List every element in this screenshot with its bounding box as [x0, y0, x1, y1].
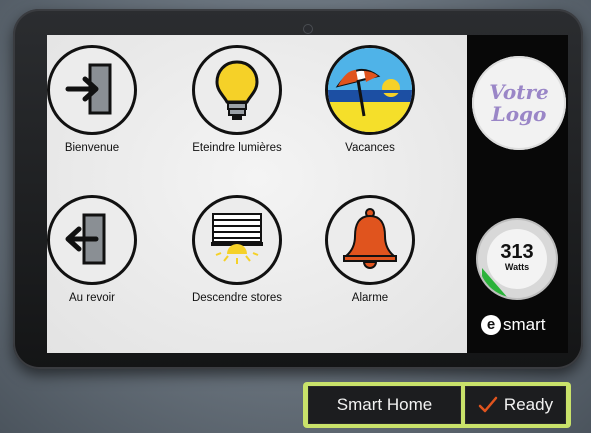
power-unit: Watts	[504, 262, 530, 272]
logo-line-1: Votre	[489, 80, 549, 104]
brand-logo: e smart	[481, 315, 546, 335]
check-icon	[478, 396, 498, 413]
ready-status-box: Ready	[465, 386, 566, 424]
door-enter-icon	[47, 45, 137, 135]
tile-descendre-stores[interactable]: Descendre stores	[172, 195, 302, 304]
tile-label: Bienvenue	[64, 142, 120, 154]
tile-label: Descendre stores	[191, 292, 283, 304]
blinds-icon	[192, 195, 282, 285]
light-bulb-icon	[192, 45, 282, 135]
power-gauge: 313 Watts	[476, 218, 558, 300]
camera-icon	[303, 24, 313, 34]
tile-alarme[interactable]: Alarme	[305, 195, 435, 304]
tile-label: Vacances	[345, 142, 395, 154]
tile-label: Alarme	[351, 292, 389, 304]
logo-line-2: Logo	[491, 102, 547, 126]
main-screen: Bienvenue Eteindre lumières Vacances Au …	[47, 35, 467, 353]
tile-au-revoir[interactable]: Au revoir	[27, 195, 157, 304]
brand-badge: e	[481, 315, 501, 335]
app-name-box: Smart Home	[308, 386, 461, 424]
power-readout: 313 Watts	[487, 229, 547, 289]
status-bar: Smart Home Ready	[303, 382, 571, 428]
brand-name: smart	[503, 315, 546, 334]
tile-bienvenue[interactable]: Bienvenue	[27, 45, 157, 154]
beach-umbrella-icon	[325, 45, 415, 135]
tile-label: Au revoir	[68, 292, 116, 304]
power-value: 313	[500, 241, 534, 263]
door-exit-icon	[47, 195, 137, 285]
ready-status: Ready	[503, 395, 554, 414]
app-name: Smart Home	[336, 395, 433, 414]
tile-label: Eteindre lumières	[192, 142, 282, 154]
tile-eteindre-lumieres[interactable]: Eteindre lumières	[172, 45, 302, 154]
tile-vacances[interactable]: Vacances	[305, 45, 435, 154]
bell-icon	[325, 195, 415, 285]
company-logo: Votre Logo	[472, 56, 566, 150]
